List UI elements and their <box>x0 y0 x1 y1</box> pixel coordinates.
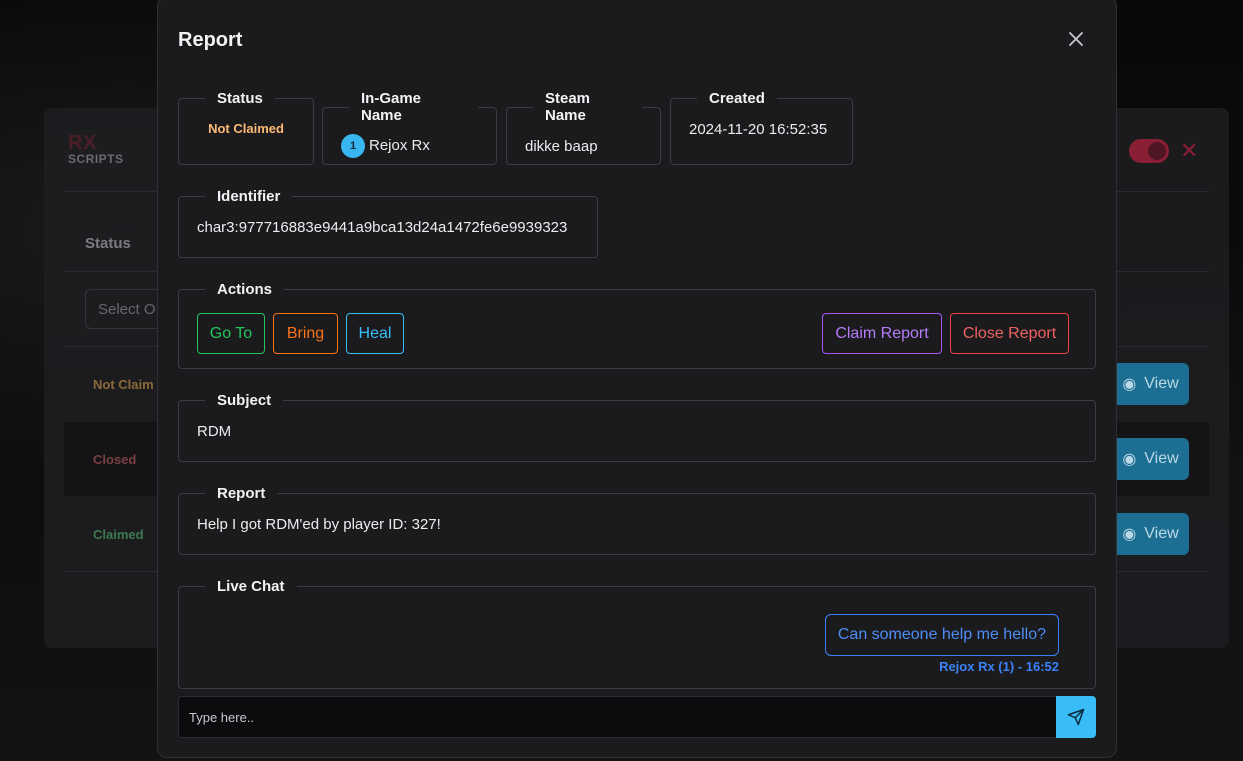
ingame-name-value: Rejox Rx <box>369 136 430 154</box>
theme-toggle[interactable] <box>1129 139 1169 163</box>
identifier-value: char3:977716883e9441a9bca13d24a1472fe6e9… <box>197 219 568 236</box>
chat-message-meta: Rejox Rx (1) - 16:52 <box>939 659 1059 674</box>
steam-name-field: Steam Name dikke baap <box>506 90 661 165</box>
row-status: Not Claim <box>93 377 154 392</box>
player-id-badge: 1 <box>341 134 365 158</box>
bring-button[interactable]: Bring <box>273 313 338 354</box>
logo-mark: RX <box>68 132 97 154</box>
modal-title: Report <box>178 29 243 51</box>
go-to-button[interactable]: Go To <box>197 313 265 354</box>
view-button[interactable]: ◉ View <box>1112 438 1189 480</box>
report-value: Help I got RDM'ed by player ID: 327! <box>197 516 441 533</box>
subject-value: RDM <box>197 423 232 440</box>
report-modal: Report Status Not Claimed In-Game Name 1… <box>157 0 1117 758</box>
status-column-header: Status <box>85 235 131 252</box>
eye-icon: ◉ <box>1122 376 1137 393</box>
send-icon <box>1067 708 1085 726</box>
live-chat-field: Live Chat Can someone help me hello? Rej… <box>178 578 1096 689</box>
steam-name-value: dikke baap <box>525 138 598 155</box>
panel-close-icon[interactable]: ✕ <box>1180 140 1198 162</box>
chat-message-bubble: Can someone help me hello? <box>824 614 1059 656</box>
view-button[interactable]: ◉ View <box>1112 513 1189 555</box>
heal-button[interactable]: Heal <box>346 313 404 354</box>
close-icon[interactable] <box>1064 27 1088 51</box>
row-status: Closed <box>93 452 137 467</box>
chat-messages: Can someone help me hello? Rejox Rx (1) … <box>197 595 1077 688</box>
eye-icon: ◉ <box>1122 451 1137 468</box>
status-badge: Not Claimed <box>208 121 284 136</box>
ingame-name-field: In-Game Name 1 Rejox Rx <box>322 90 497 165</box>
eye-icon: ◉ <box>1122 526 1137 543</box>
created-value: 2024-11-20 16:52:35 <box>689 121 828 138</box>
identifier-field: Identifier char3:977716883e9441a9bca13d2… <box>178 188 598 258</box>
created-field: Created 2024-11-20 16:52:35 <box>670 90 853 165</box>
close-report-button[interactable]: Close Report <box>950 313 1069 354</box>
scripts-logo: RX SCRIPTS <box>68 132 124 166</box>
status-field: Status Not Claimed <box>178 90 314 165</box>
row-status: Claimed <box>93 527 144 542</box>
chat-input[interactable] <box>178 696 1056 738</box>
claim-report-button[interactable]: Claim Report <box>822 313 942 354</box>
report-field: Report Help I got RDM'ed by player ID: 3… <box>178 485 1096 555</box>
subject-field: Subject RDM <box>178 392 1096 462</box>
send-button[interactable] <box>1056 696 1096 738</box>
view-button[interactable]: ◉ View <box>1112 363 1189 405</box>
